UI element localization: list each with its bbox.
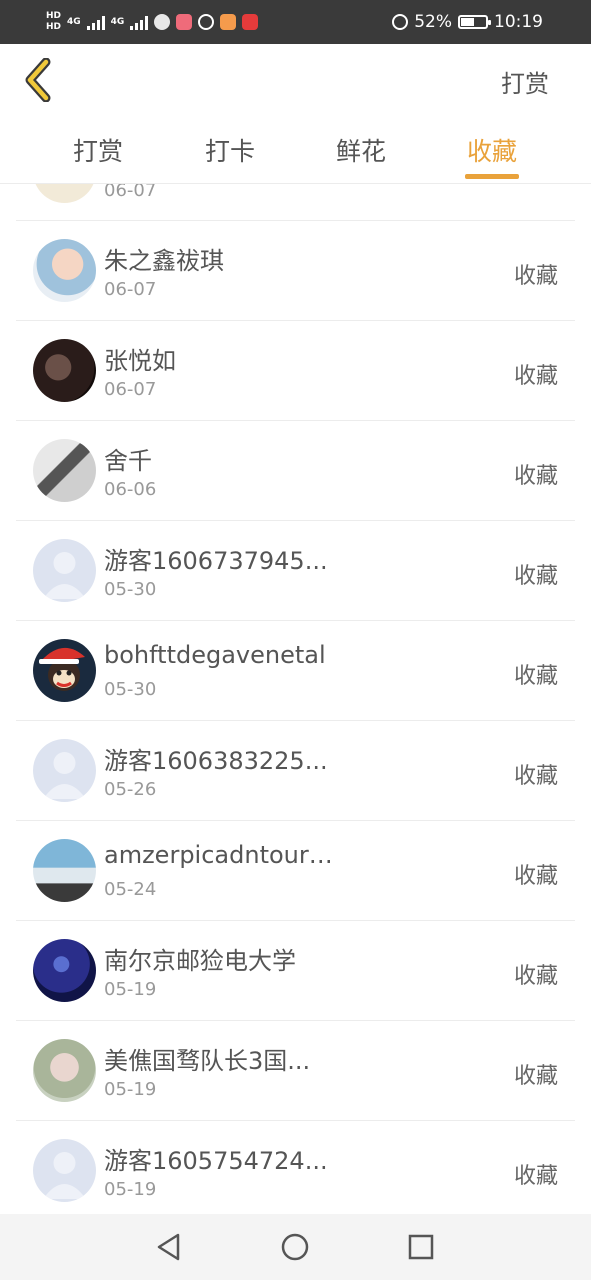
list-item-name: 张悦如 <box>104 347 176 375</box>
favorites-list: 06-07 朱之鑫祓琪 06-07 收藏 张悦如 06-07 收藏 舍千 06-… <box>16 184 575 1214</box>
list-item-name: 游客1606737945... <box>104 547 328 575</box>
favorite-label: 收藏 <box>513 1064 558 1089</box>
monkey-santa-icon <box>39 647 85 691</box>
favorite-label: 收藏 <box>513 264 558 289</box>
header: 打赏 <box>0 44 591 120</box>
list-item-date: 06-06 <box>104 479 157 500</box>
list-item[interactable]: 南尔京邮猃电大学 05-19 收藏 <box>16 921 575 1021</box>
signal-icon <box>130 14 149 30</box>
list-item[interactable]: 游客1605754724... 05-19 收藏 <box>16 1121 575 1214</box>
avatar <box>33 184 96 203</box>
tab-reward[interactable]: 打赏 <box>53 132 143 168</box>
list-item-name: 朱之鑫祓琪 <box>104 247 224 275</box>
favorite-label: 收藏 <box>513 1164 558 1189</box>
list-item-date: 05-19 <box>104 979 157 1000</box>
wechat-icon <box>154 14 171 30</box>
triangle-back-icon <box>157 1233 180 1261</box>
chevron-left-icon <box>25 57 51 103</box>
tab-active-indicator <box>465 174 519 179</box>
list-item-date: 05-26 <box>104 779 157 800</box>
back-button[interactable] <box>22 57 58 103</box>
favorite-label: 收藏 <box>513 664 558 689</box>
favorite-label: 收藏 <box>513 464 558 489</box>
list-item[interactable]: 06-07 <box>16 184 575 221</box>
list-item[interactable]: 舍千 06-06 收藏 <box>16 421 575 521</box>
favorite-label: 收藏 <box>513 364 558 389</box>
avatar[interactable] <box>33 939 96 1002</box>
nav-home-button[interactable] <box>280 1232 310 1262</box>
list-item-name: 游客1606383225... <box>104 747 328 775</box>
chat-bubble-icon <box>198 14 215 30</box>
list-item-date: 05-19 <box>104 1079 157 1100</box>
list-item-name: 美僬国骛队长3国... <box>104 1047 311 1075</box>
list-item-date: 05-19 <box>104 1179 157 1200</box>
reward-button[interactable]: 打赏 <box>501 64 549 99</box>
list-item-name: 南尔京邮猃电大学 <box>104 947 296 975</box>
network2-label: 4G <box>110 16 125 27</box>
favorite-label: 收藏 <box>513 864 558 889</box>
avatar[interactable] <box>33 239 96 302</box>
list-item-date: 05-30 <box>104 679 157 700</box>
default-avatar[interactable] <box>33 1139 96 1202</box>
tab-flowers[interactable]: 鲜花 <box>316 132 406 168</box>
list-item[interactable]: 张悦如 06-07 收藏 <box>16 321 575 421</box>
list-item[interactable]: amzerpicadntouri... 05-24 收藏 <box>16 821 575 921</box>
clock: 10:19 <box>494 12 543 32</box>
user-icon <box>43 752 86 799</box>
sim-indicators: HD HD <box>46 11 61 33</box>
battery-icon <box>458 15 491 29</box>
battery-percent: 52% <box>414 12 452 32</box>
tab-bar: 打赏 打卡 鲜花 收藏 <box>0 120 591 184</box>
favorite-label: 收藏 <box>513 564 558 589</box>
avatar[interactable] <box>33 839 96 902</box>
nav-back-button[interactable] <box>154 1232 184 1262</box>
network1-label: 4G <box>67 16 81 27</box>
list-item[interactable]: 游客1606737945... 05-30 收藏 <box>16 521 575 621</box>
list-item-date: 06-07 <box>104 279 157 300</box>
avatar[interactable] <box>33 439 96 502</box>
list-item-name: 舍千 <box>104 447 152 475</box>
nav-recent-button[interactable] <box>406 1232 436 1262</box>
default-avatar[interactable] <box>33 539 96 602</box>
system-nav-bar <box>0 1214 591 1280</box>
red-app-icon <box>242 14 259 30</box>
status-bar-left: HD HD 4G 4G <box>46 6 259 38</box>
list-item-date: 06-07 <box>104 379 157 400</box>
default-avatar[interactable] <box>33 739 96 802</box>
list-item[interactable]: 美僬国骛队长3国... 05-19 收藏 <box>16 1021 575 1121</box>
app-notification-icon <box>176 14 193 30</box>
heart-app-icon <box>220 14 237 30</box>
list-item-date: 05-30 <box>104 579 157 600</box>
avatar[interactable] <box>33 1039 96 1102</box>
list-item[interactable]: bohfttdegavenetal 05-30 收藏 <box>16 621 575 721</box>
user-icon <box>43 552 86 599</box>
avatar[interactable] <box>33 339 96 402</box>
list-item-name: amzerpicadntouri... <box>104 841 334 869</box>
user-icon <box>43 1152 86 1199</box>
signal-icon <box>86 14 105 30</box>
avatar[interactable] <box>33 639 96 702</box>
status-bar: HD HD 4G 4G 52% 10:19 <box>0 0 591 44</box>
tab-checkin[interactable]: 打卡 <box>185 132 275 168</box>
square-recent-icon <box>408 1234 434 1260</box>
list-item-date: 06-07 <box>104 184 157 201</box>
circle-home-icon <box>281 1233 309 1261</box>
list-item[interactable]: 朱之鑫祓琪 06-07 收藏 <box>16 221 575 321</box>
status-bar-right: 52% 10:19 <box>392 0 543 44</box>
favorite-label: 收藏 <box>513 764 558 789</box>
list-item-name: 游客1605754724... <box>104 1147 328 1175</box>
sim1-label: HD <box>46 11 62 21</box>
tab-favorites[interactable]: 收藏 <box>447 132 537 168</box>
alarm-icon <box>392 14 409 30</box>
favorite-label: 收藏 <box>513 964 558 989</box>
sim2-label: HD <box>46 22 62 32</box>
list-item-name: bohfttdegavenetal <box>104 641 326 669</box>
list-item-date: 05-24 <box>104 879 157 900</box>
list-item[interactable]: 游客1606383225... 05-26 收藏 <box>16 721 575 821</box>
